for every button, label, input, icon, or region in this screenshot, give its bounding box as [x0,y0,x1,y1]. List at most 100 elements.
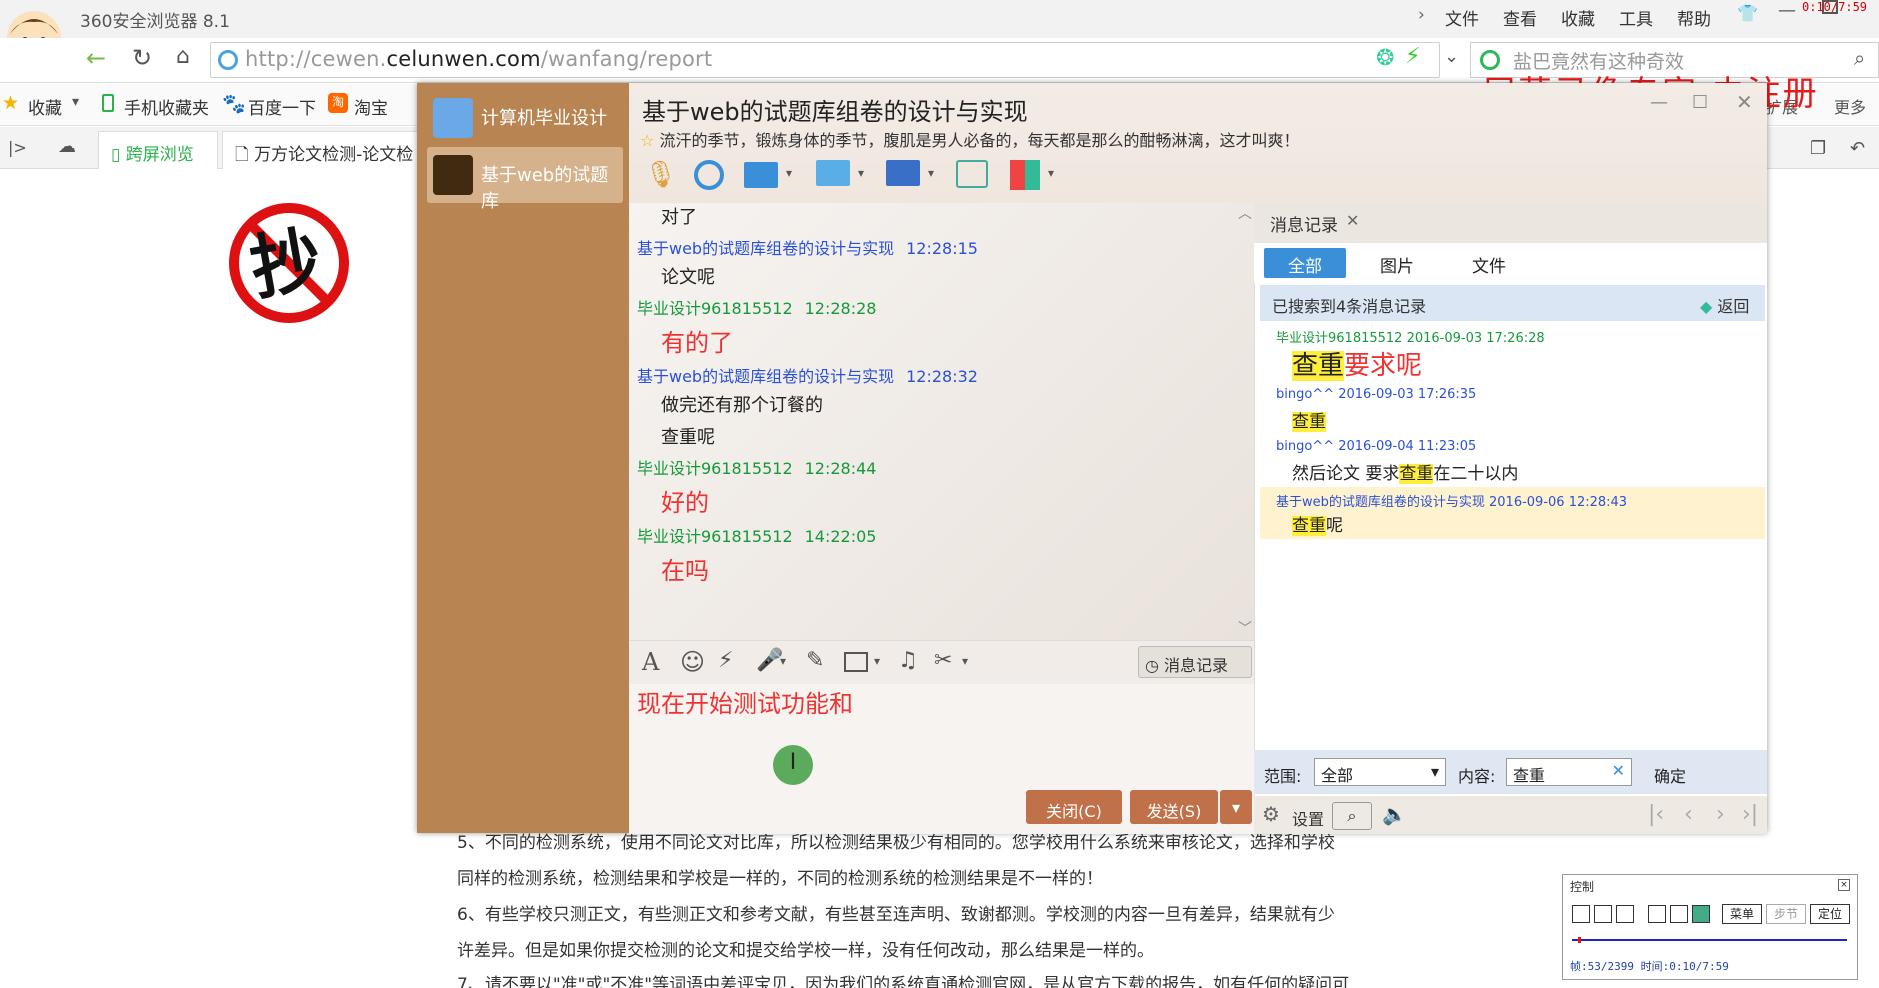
cloud-icon[interactable]: ☁ [58,136,76,157]
menu-favorites[interactable]: 收藏 [1561,5,1595,30]
prev-page-icon[interactable]: ‹ [1684,802,1693,827]
control-menu-button[interactable]: 菜单 [1722,904,1762,924]
bookmark-favorites[interactable]: 收藏 [28,94,62,119]
history-close-icon[interactable]: ✕ [1346,211,1359,230]
history-entry-body: 查重 [1292,407,1326,432]
volume-icon[interactable]: 🔈 [1382,802,1407,826]
edit-icon[interactable]: ✎ [806,648,824,673]
skin-icon[interactable]: 👕 [1737,4,1758,24]
record-btn-icon[interactable] [1572,905,1590,923]
back-icon[interactable]: ← [86,44,106,72]
send-options-button[interactable]: ▾ [1220,790,1252,824]
chevron-down-icon[interactable]: ▾ [72,94,79,110]
history-entry[interactable]: 毕业设计961815512 2016-09-03 17:26:28 查重要求呢 [1260,323,1765,383]
bookmark-mobile[interactable]: 手机收藏夹 [124,94,209,119]
chevron-down-icon[interactable]: ▾ [780,654,786,668]
cursor-btn-icon[interactable] [1692,905,1710,923]
control-step-button[interactable]: 步节 [1766,904,1806,924]
bookmark-baidu[interactable]: 百度一下 [248,94,316,119]
window-icon[interactable]: ❐ [1810,138,1826,159]
message-input-text[interactable]: 现在开始测试功能和 [637,684,853,719]
tab-cross-screen[interactable]: ▯ 跨屏浏览 [98,131,218,169]
send-button[interactable]: 发送(S) [1130,790,1218,824]
more-link[interactable]: 更多 [1834,94,1866,118]
emoji-icon[interactable]: ☺ [680,648,705,676]
menu-help[interactable]: 帮助 [1677,5,1711,30]
history-entry[interactable]: bingo^^ 2016-09-03 17:26:35 查重 [1260,383,1765,435]
menu-file[interactable]: 文件 [1445,5,1479,30]
voice-call-icon[interactable]: 🎙 [644,160,677,190]
screenshot-icon[interactable]: ✂ [934,648,952,673]
chevron-down-icon[interactable]: ▾ [874,654,880,668]
gear-icon[interactable]: ⚙ [1262,802,1280,826]
shake-icon[interactable]: ⚡ [718,648,733,673]
video-call-icon[interactable] [694,160,724,190]
sidebar-toggle-icon[interactable]: |> [8,138,27,157]
history-highlight: 查重 [1292,351,1345,381]
chevron-down-icon[interactable]: ▾ [786,166,792,180]
minimize-icon[interactable]: — [1778,0,1796,21]
menu-tools[interactable]: 工具 [1619,5,1653,30]
chat-minimize-icon[interactable]: — [1650,92,1668,113]
tab-wanfang[interactable]: 🗋 万方论文检测-论文检 [222,131,422,169]
home-icon[interactable]: ⌂ [176,44,190,69]
chevron-down-icon[interactable]: ▾ [962,654,968,668]
image-icon[interactable] [844,652,868,672]
last-page-icon[interactable]: ›| [1742,802,1758,827]
send-file-icon[interactable] [816,160,850,186]
region-btn-icon[interactable] [1670,905,1688,923]
next-page-icon[interactable]: › [1716,802,1725,827]
apps-grid-icon[interactable] [1010,160,1040,190]
frame-btn-icon[interactable] [1648,905,1666,923]
history-tab-images[interactable]: 图片 [1380,252,1414,277]
speed-mode-icon[interactable]: ⚡ [1405,44,1420,69]
message-time: 12:28:32 [906,367,978,386]
first-page-icon[interactable]: |‹ [1648,802,1664,827]
chat-maximize-icon[interactable]: ☐ [1692,92,1708,113]
chat-close-icon[interactable]: ✕ [1736,90,1753,114]
scroll-up-icon[interactable]: ︿ [1238,203,1252,223]
search-icon[interactable]: ⌕ [1332,802,1372,830]
contact-current[interactable]: 基于web的试题库 [427,147,623,212]
control-close-icon[interactable]: × [1838,879,1850,891]
history-entry[interactable]: bingo^^ 2016-09-04 11:23:05 然后论文 要求查重在二十以… [1260,435,1765,487]
history-panel-title[interactable]: 消息记录 [1270,211,1338,236]
create-discussion-icon[interactable] [956,160,988,188]
bookmark-taobao[interactable]: 淘宝 [354,94,388,119]
message-body: 查重呢 [661,427,715,448]
compat-mode-icon[interactable]: ❂ [1376,46,1394,71]
content-search-input[interactable]: 查重 ✕ [1506,758,1632,786]
stop-btn-icon[interactable] [1594,905,1612,923]
url-dropdown-icon[interactable]: ⌄ [1444,46,1459,67]
chat-title: 基于web的试题库组卷的设计与实现 [642,98,1028,126]
music-icon[interactable]: ♫ [898,648,918,673]
clear-icon[interactable]: ✕ [1612,761,1625,780]
reload-icon[interactable]: ↻ [132,44,152,72]
font-icon[interactable]: A [642,648,659,676]
content-search-value: 查重 [1513,766,1546,785]
undo-icon[interactable]: ↶ [1850,138,1865,159]
remote-desktop-icon[interactable] [886,160,920,186]
history-tab-all[interactable]: 全部 [1264,248,1346,278]
control-locate-button[interactable]: 定位 [1810,904,1850,924]
settings-link[interactable]: 设置 [1292,806,1324,830]
pause-btn-icon[interactable] [1616,905,1634,923]
close-button[interactable]: 关闭(C) [1026,790,1122,824]
progress-track[interactable] [1572,937,1847,943]
range-select[interactable]: 全部 ▾ [1314,758,1446,786]
menu-view[interactable]: 查看 [1503,5,1537,30]
chevron-down-icon[interactable]: ▾ [1048,166,1054,180]
history-tab-files[interactable]: 文件 [1472,252,1506,277]
chevron-down-icon[interactable]: ▾ [858,166,864,180]
history-button[interactable]: ◷ 消息记录 [1138,646,1252,678]
confirm-button[interactable]: 确定 [1654,763,1686,787]
menu-expand-icon[interactable]: › [1418,5,1425,25]
scroll-down-icon[interactable]: ﹀ [1238,618,1252,638]
history-entry[interactable]: 基于web的试题库组卷的设计与实现 2016-09-06 12:28:43 查重呢 [1260,487,1765,539]
search-icon[interactable]: ⌕ [1854,46,1865,70]
history-back-link[interactable]: ◆ 返回 [1700,293,1749,317]
contact-group[interactable]: 计算机毕业设计 [427,90,623,146]
chevron-down-icon[interactable]: ▾ [928,166,934,180]
app-share-icon[interactable] [744,162,778,188]
url-text[interactable]: http://cewen.celunwen.com/wanfang/report [245,47,712,71]
